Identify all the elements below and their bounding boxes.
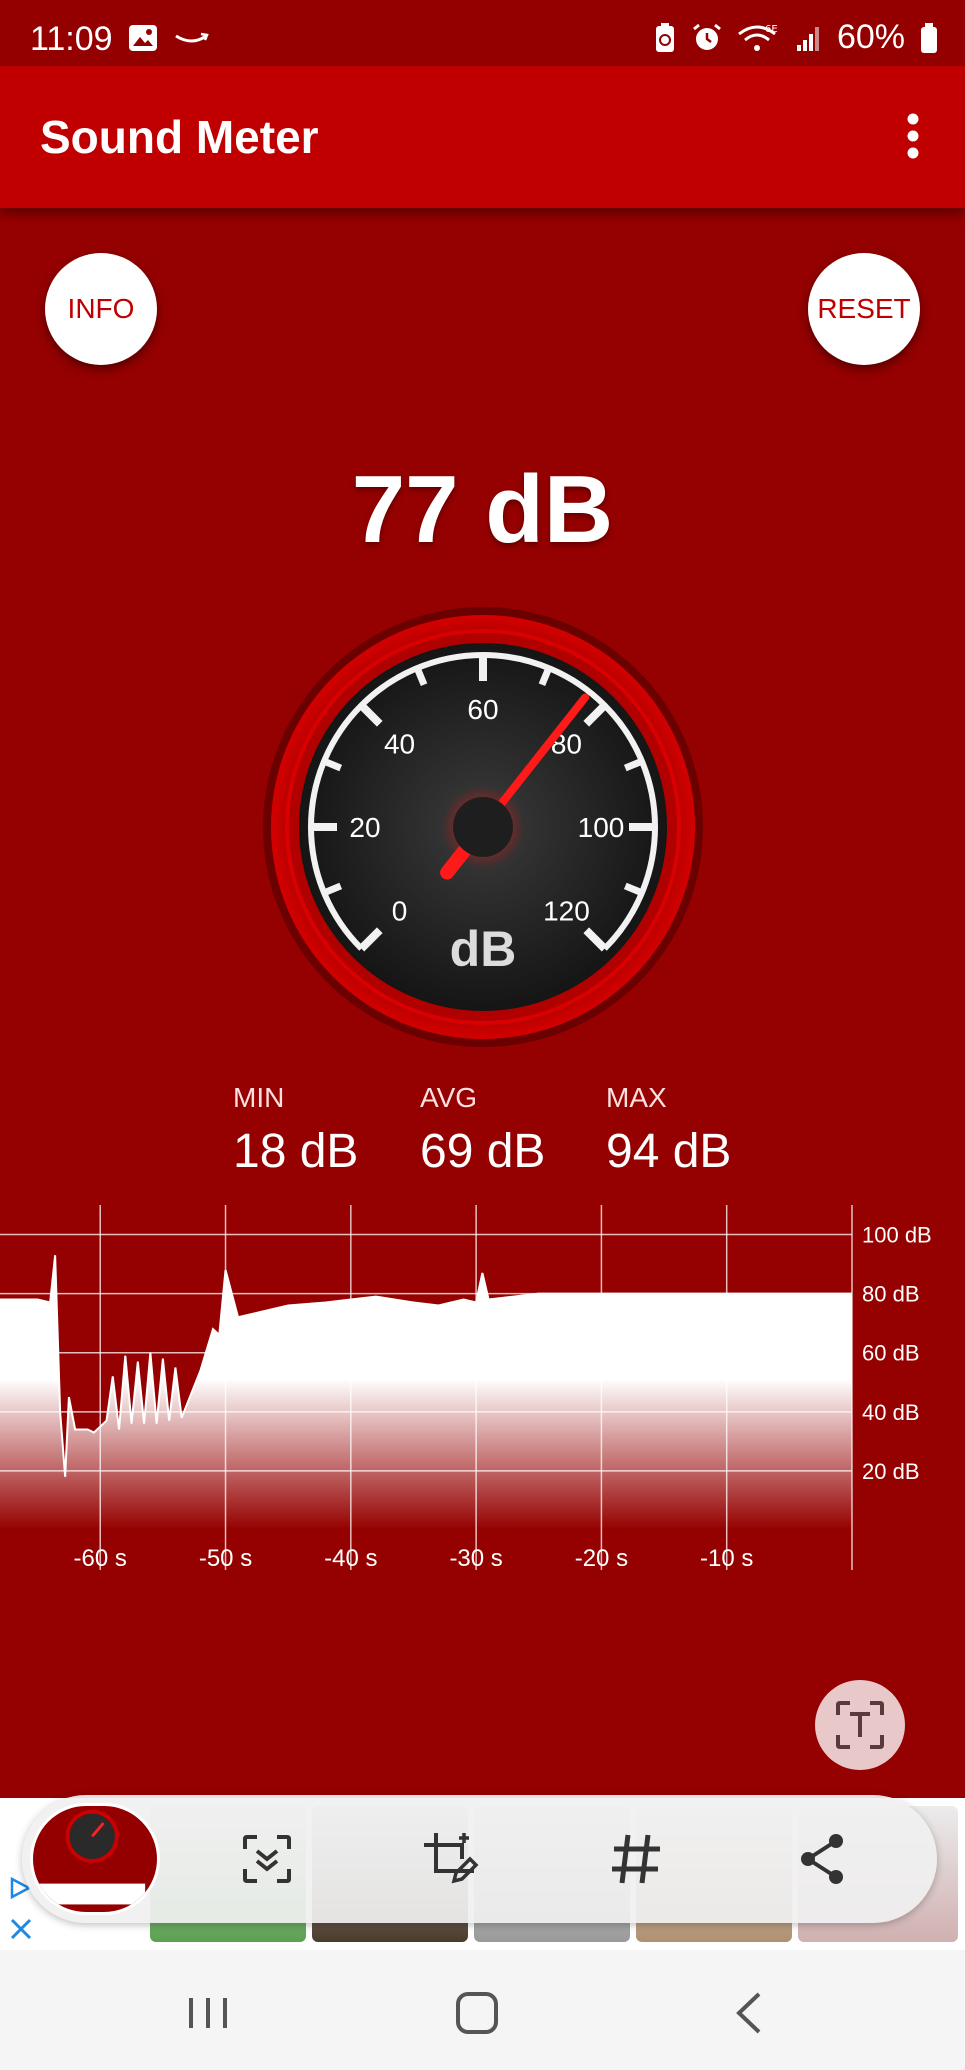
stat-min: MIN 18 dB: [233, 1082, 403, 1179]
chart-y-tick-label: 20 dB: [862, 1459, 920, 1484]
gauge-unit-label: dB: [450, 921, 517, 977]
chart-y-tick-label: 100 dB: [862, 1223, 932, 1248]
back-icon[interactable]: [725, 1988, 775, 2038]
max-value: 94 dB: [606, 1125, 732, 1178]
stat-avg: AVG 69 dB: [420, 1082, 590, 1179]
wifi-6e-icon: 6E: [738, 24, 778, 51]
close-icon[interactable]: [8, 1916, 34, 1942]
gauge-tick-label: 120: [543, 895, 590, 926]
hashtag-icon[interactable]: [606, 1829, 666, 1889]
chart-y-tick-label: 60 dB: [862, 1341, 920, 1366]
sound-history-chart: -60 s -50 s -40 s -30 s -20 s -10 s 100 dB 80 …: [0, 1205, 932, 1572]
gallery-icon: [129, 25, 157, 51]
share-icon[interactable]: [792, 1829, 852, 1889]
sound-level-gauge: 020406080100120 dB: [263, 607, 703, 1047]
stat-max: MAX 94 dB: [606, 1082, 776, 1179]
chart-y-tick-label: 40 dB: [862, 1400, 920, 1425]
status-time: 11:09: [30, 20, 113, 58]
avg-label: AVG: [420, 1082, 478, 1113]
min-label: MIN: [233, 1082, 285, 1113]
chart-x-tick-label: -60 s: [74, 1545, 127, 1572]
app-bar: Sound Meter: [0, 66, 965, 208]
app-title: Sound Meter: [40, 111, 319, 163]
amazon-icon: [175, 32, 209, 43]
text-scan-icon: [836, 1701, 884, 1749]
battery-icon: [921, 22, 937, 53]
battery-saver-icon: [655, 22, 674, 52]
min-value: 18 dB: [233, 1125, 359, 1178]
current-level: 77 dB: [351, 456, 614, 563]
thumbnail-gauge-icon: [39, 1809, 146, 1905]
chart-x-tick-label: -40 s: [324, 1545, 377, 1572]
status-left-icons: [128, 24, 210, 52]
max-label: MAX: [606, 1082, 667, 1113]
gauge-tick-label: 20: [349, 812, 380, 843]
gauge-tick-label: 60: [467, 694, 498, 725]
screenshot-thumbnail[interactable]: [30, 1803, 160, 1915]
reset-button[interactable]: RESET: [808, 253, 920, 365]
chart-x-tick-label: -50 s: [199, 1545, 252, 1572]
alarm-icon: [693, 23, 721, 50]
more-vert-icon[interactable]: [883, 106, 943, 166]
gauge-tick-label: 0: [392, 895, 408, 926]
gauge-tick-label: 40: [384, 729, 415, 760]
stats-panel: MIN 18 dB AVG 69 dB MAX 94 dB: [0, 1082, 965, 1182]
chart-y-labels: 100 dB 80 dB 60 dB 40 dB 20 dB: [862, 1223, 932, 1484]
screenshot-toolbar: [22, 1795, 937, 1923]
status-right-icons: 6E 60%: [653, 18, 939, 57]
signal-icon: [796, 26, 819, 51]
gauge-tick-label: 100: [578, 812, 625, 843]
info-button[interactable]: INFO: [45, 253, 157, 365]
avg-value: 69 dB: [420, 1125, 546, 1178]
home-icon[interactable]: [452, 1988, 502, 2038]
chart-y-tick-label: 80 dB: [862, 1282, 920, 1307]
svg-text:6E: 6E: [765, 24, 778, 35]
scroll-capture-icon[interactable]: [237, 1829, 297, 1889]
status-bar: 11:09 6E 60%: [0, 0, 965, 66]
battery-percent: 60%: [836, 18, 905, 56]
chart-x-tick-label: -20 s: [575, 1545, 628, 1572]
navigation-bar: [0, 1950, 965, 2070]
chart-x-tick-label: -10 s: [700, 1545, 753, 1572]
recents-icon[interactable]: [183, 1988, 233, 2038]
chart-x-tick-label: -30 s: [449, 1545, 502, 1572]
gauge-hub: [453, 797, 513, 857]
extract-text-button[interactable]: [815, 1680, 905, 1770]
chart-x-labels: -60 s -50 s -40 s -30 s -20 s -10 s: [74, 1545, 754, 1572]
crop-edit-icon[interactable]: [420, 1829, 480, 1889]
